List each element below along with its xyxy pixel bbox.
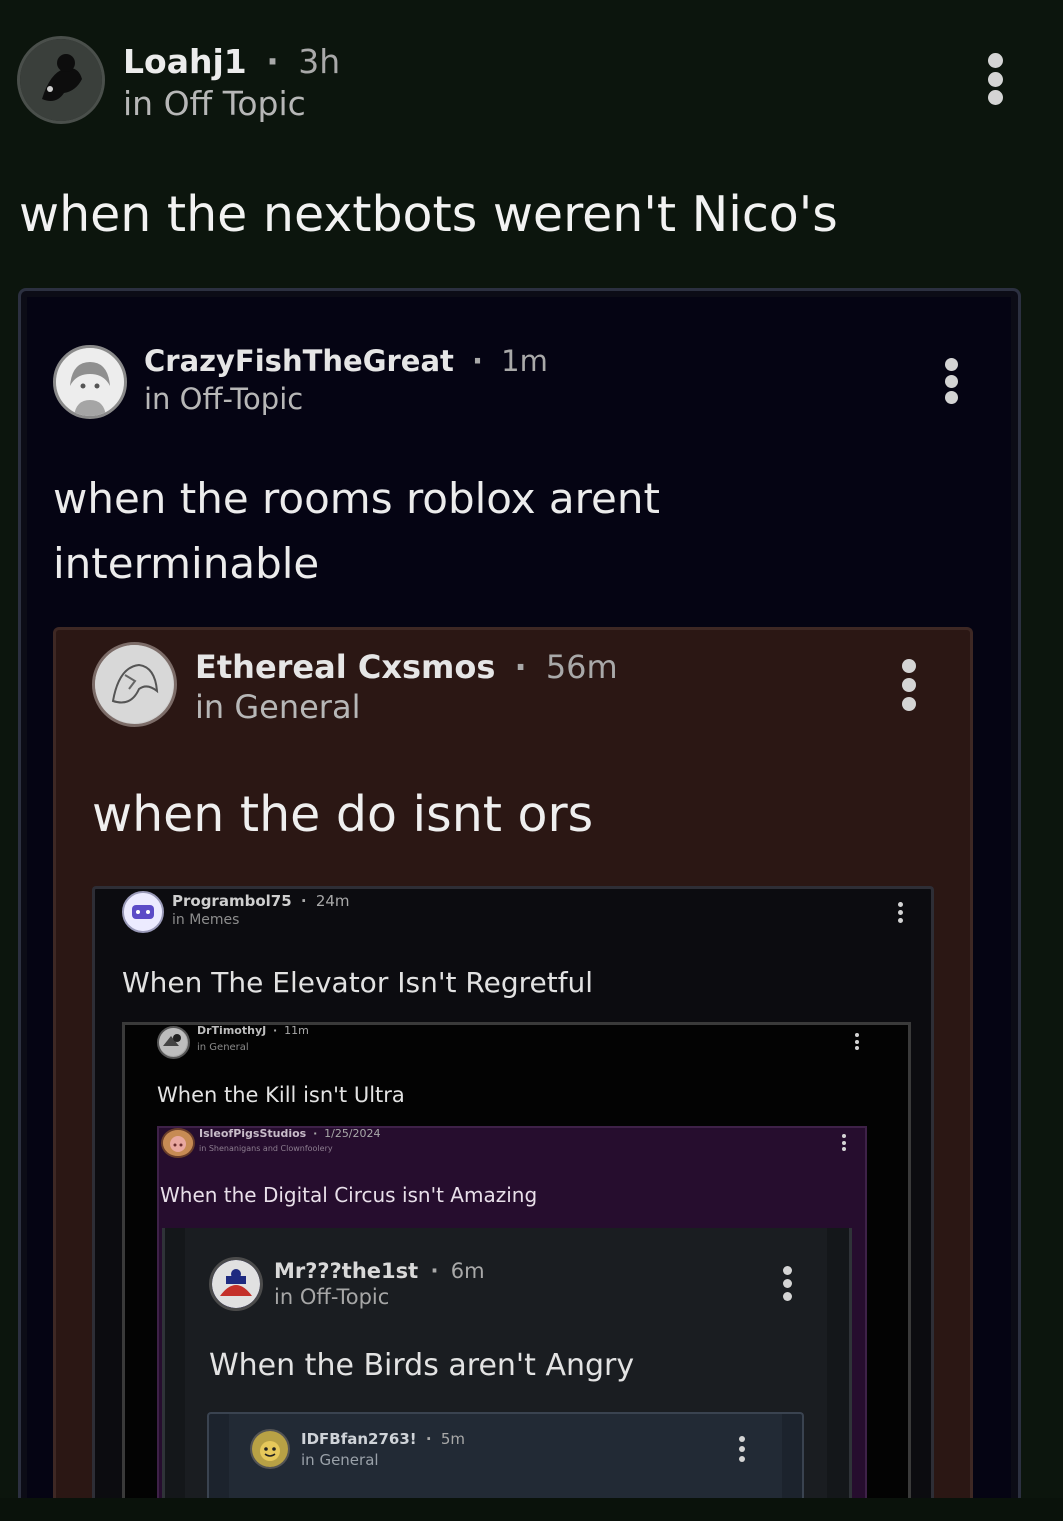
quote-title: When the Kill isn't Ultra (157, 1083, 405, 1107)
more-options-icon[interactable] (854, 1033, 859, 1050)
separator: · (472, 344, 484, 378)
quote-title-line-1: when the rooms roblox arent (53, 474, 660, 523)
sketch-avatar-icon (95, 645, 173, 723)
more-options-icon[interactable] (901, 659, 917, 711)
channel-label[interactable]: in Off Topic (123, 84, 306, 123)
timestamp: 24m (315, 892, 350, 910)
quote-author[interactable]: Ethereal Cxsmos · 56m (195, 648, 618, 686)
channel-label[interactable]: in Shenanigans and Clownfoolery (199, 1144, 333, 1153)
character-avatar-icon (212, 1260, 260, 1308)
username[interactable]: IDFBfan2763! (301, 1430, 417, 1448)
quote-title: When the Digital Circus isn't Amazing (160, 1183, 538, 1207)
separator: · (273, 1024, 278, 1037)
channel-label[interactable]: in Off-Topic (144, 382, 303, 416)
timestamp: 1/25/2024 (324, 1127, 381, 1140)
more-options-icon[interactable] (897, 902, 903, 923)
timestamp: 1m (501, 344, 548, 378)
quote-author[interactable]: CrazyFishTheGreat · 1m (144, 344, 548, 378)
username[interactable]: CrazyFishTheGreat (144, 344, 454, 378)
silhouette-avatar-icon (20, 39, 102, 121)
quote-title: When The Elevator Isn't Regretful (122, 966, 594, 999)
timestamp: 11m (284, 1024, 309, 1037)
separator: · (300, 892, 307, 910)
pig-avatar-icon (163, 1130, 193, 1156)
more-options-icon[interactable] (986, 53, 1004, 105)
username[interactable]: IsleofPigsStudios (199, 1127, 306, 1140)
post-author[interactable]: Loahj1 · 3h (123, 42, 340, 81)
more-options-icon[interactable] (841, 1134, 846, 1151)
quote-author[interactable]: Mr???the1st · 6m (274, 1259, 485, 1283)
timestamp: 5m (440, 1430, 465, 1448)
timestamp: 56m (545, 648, 618, 686)
bottom-edge (0, 1498, 1063, 1521)
avatar[interactable] (17, 36, 105, 124)
channel-label[interactable]: in General (197, 1042, 249, 1053)
avatar[interactable] (157, 1026, 190, 1059)
quote-title-line-2: interminable (53, 539, 320, 588)
channel-label[interactable]: in General (195, 688, 360, 726)
separator: · (425, 1430, 432, 1448)
collage-avatar-icon (159, 1028, 187, 1056)
avatar[interactable] (161, 1128, 195, 1158)
quote-author[interactable]: IDFBfan2763! · 5m (301, 1430, 465, 1448)
username[interactable]: Mr???the1st (274, 1259, 418, 1283)
more-options-icon[interactable] (738, 1436, 745, 1462)
timestamp: 3h (298, 42, 341, 81)
quote-title: When the Birds aren't Angry (209, 1348, 635, 1383)
quote-author[interactable]: DrTimothyJ · 11m (197, 1024, 309, 1037)
quoted-post-7[interactable] (207, 1412, 804, 1508)
username[interactable]: DrTimothyJ (197, 1024, 266, 1037)
anime-avatar-icon (56, 348, 124, 416)
separator: · (266, 42, 279, 81)
quote-title: when the do isnt ors (92, 786, 594, 843)
more-options-icon[interactable] (782, 1266, 792, 1301)
smiley-avatar-icon (252, 1431, 288, 1467)
quote-author[interactable]: Programbol75 · 24m (172, 892, 350, 910)
robot-avatar-icon (124, 893, 162, 931)
channel-label[interactable]: in Memes (172, 912, 239, 928)
avatar[interactable] (92, 642, 177, 727)
avatar[interactable] (122, 891, 164, 933)
avatar[interactable] (53, 345, 127, 419)
avatar[interactable] (209, 1257, 263, 1311)
more-options-icon[interactable] (944, 358, 958, 404)
timestamp: 6m (450, 1259, 485, 1283)
username[interactable]: Loahj1 (123, 42, 247, 81)
post-title: when the nextbots weren't Nico's (19, 186, 838, 243)
quote-author[interactable]: IsleofPigsStudios · 1/25/2024 (199, 1127, 381, 1140)
username[interactable]: Programbol75 (172, 892, 292, 910)
separator: · (514, 648, 527, 686)
channel-label[interactable]: in General (301, 1451, 379, 1469)
username[interactable]: Ethereal Cxsmos (195, 648, 495, 686)
separator: · (313, 1127, 318, 1140)
avatar[interactable] (250, 1429, 290, 1469)
channel-label[interactable]: in Off-Topic (274, 1285, 389, 1309)
separator: · (430, 1259, 439, 1283)
